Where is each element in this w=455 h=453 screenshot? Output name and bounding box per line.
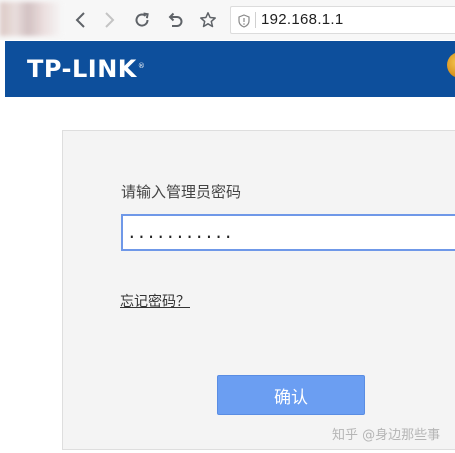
address-divider — [255, 12, 256, 28]
password-field[interactable] — [121, 214, 455, 251]
brand-header: TP-LINK® — [5, 41, 455, 97]
undo-icon[interactable] — [163, 8, 187, 32]
forward-icon[interactable] — [98, 8, 122, 32]
login-panel: 请输入管理员密码 忘记密码？ 确认 — [62, 130, 455, 450]
url-text[interactable]: 192.168.1.1 — [261, 11, 344, 28]
forgot-password-link[interactable]: 忘记密码？ — [120, 291, 190, 311]
back-icon[interactable] — [68, 8, 92, 32]
password-prompt-label: 请输入管理员密码 — [121, 183, 242, 201]
reload-icon[interactable] — [130, 8, 154, 32]
star-icon[interactable] — [196, 8, 220, 32]
shield-icon — [237, 13, 251, 28]
tp-link-logo: TP-LINK® — [27, 55, 146, 83]
brand-emblem-icon — [447, 52, 455, 78]
confirm-button[interactable]: 确认 — [217, 375, 365, 415]
browser-toolbar: 192.168.1.1 — [0, 0, 455, 40]
address-bar[interactable]: 192.168.1.1 — [230, 6, 455, 34]
watermark-text: 知乎 @身边那些事 — [332, 428, 441, 443]
blurred-profile-avatar — [0, 2, 62, 36]
